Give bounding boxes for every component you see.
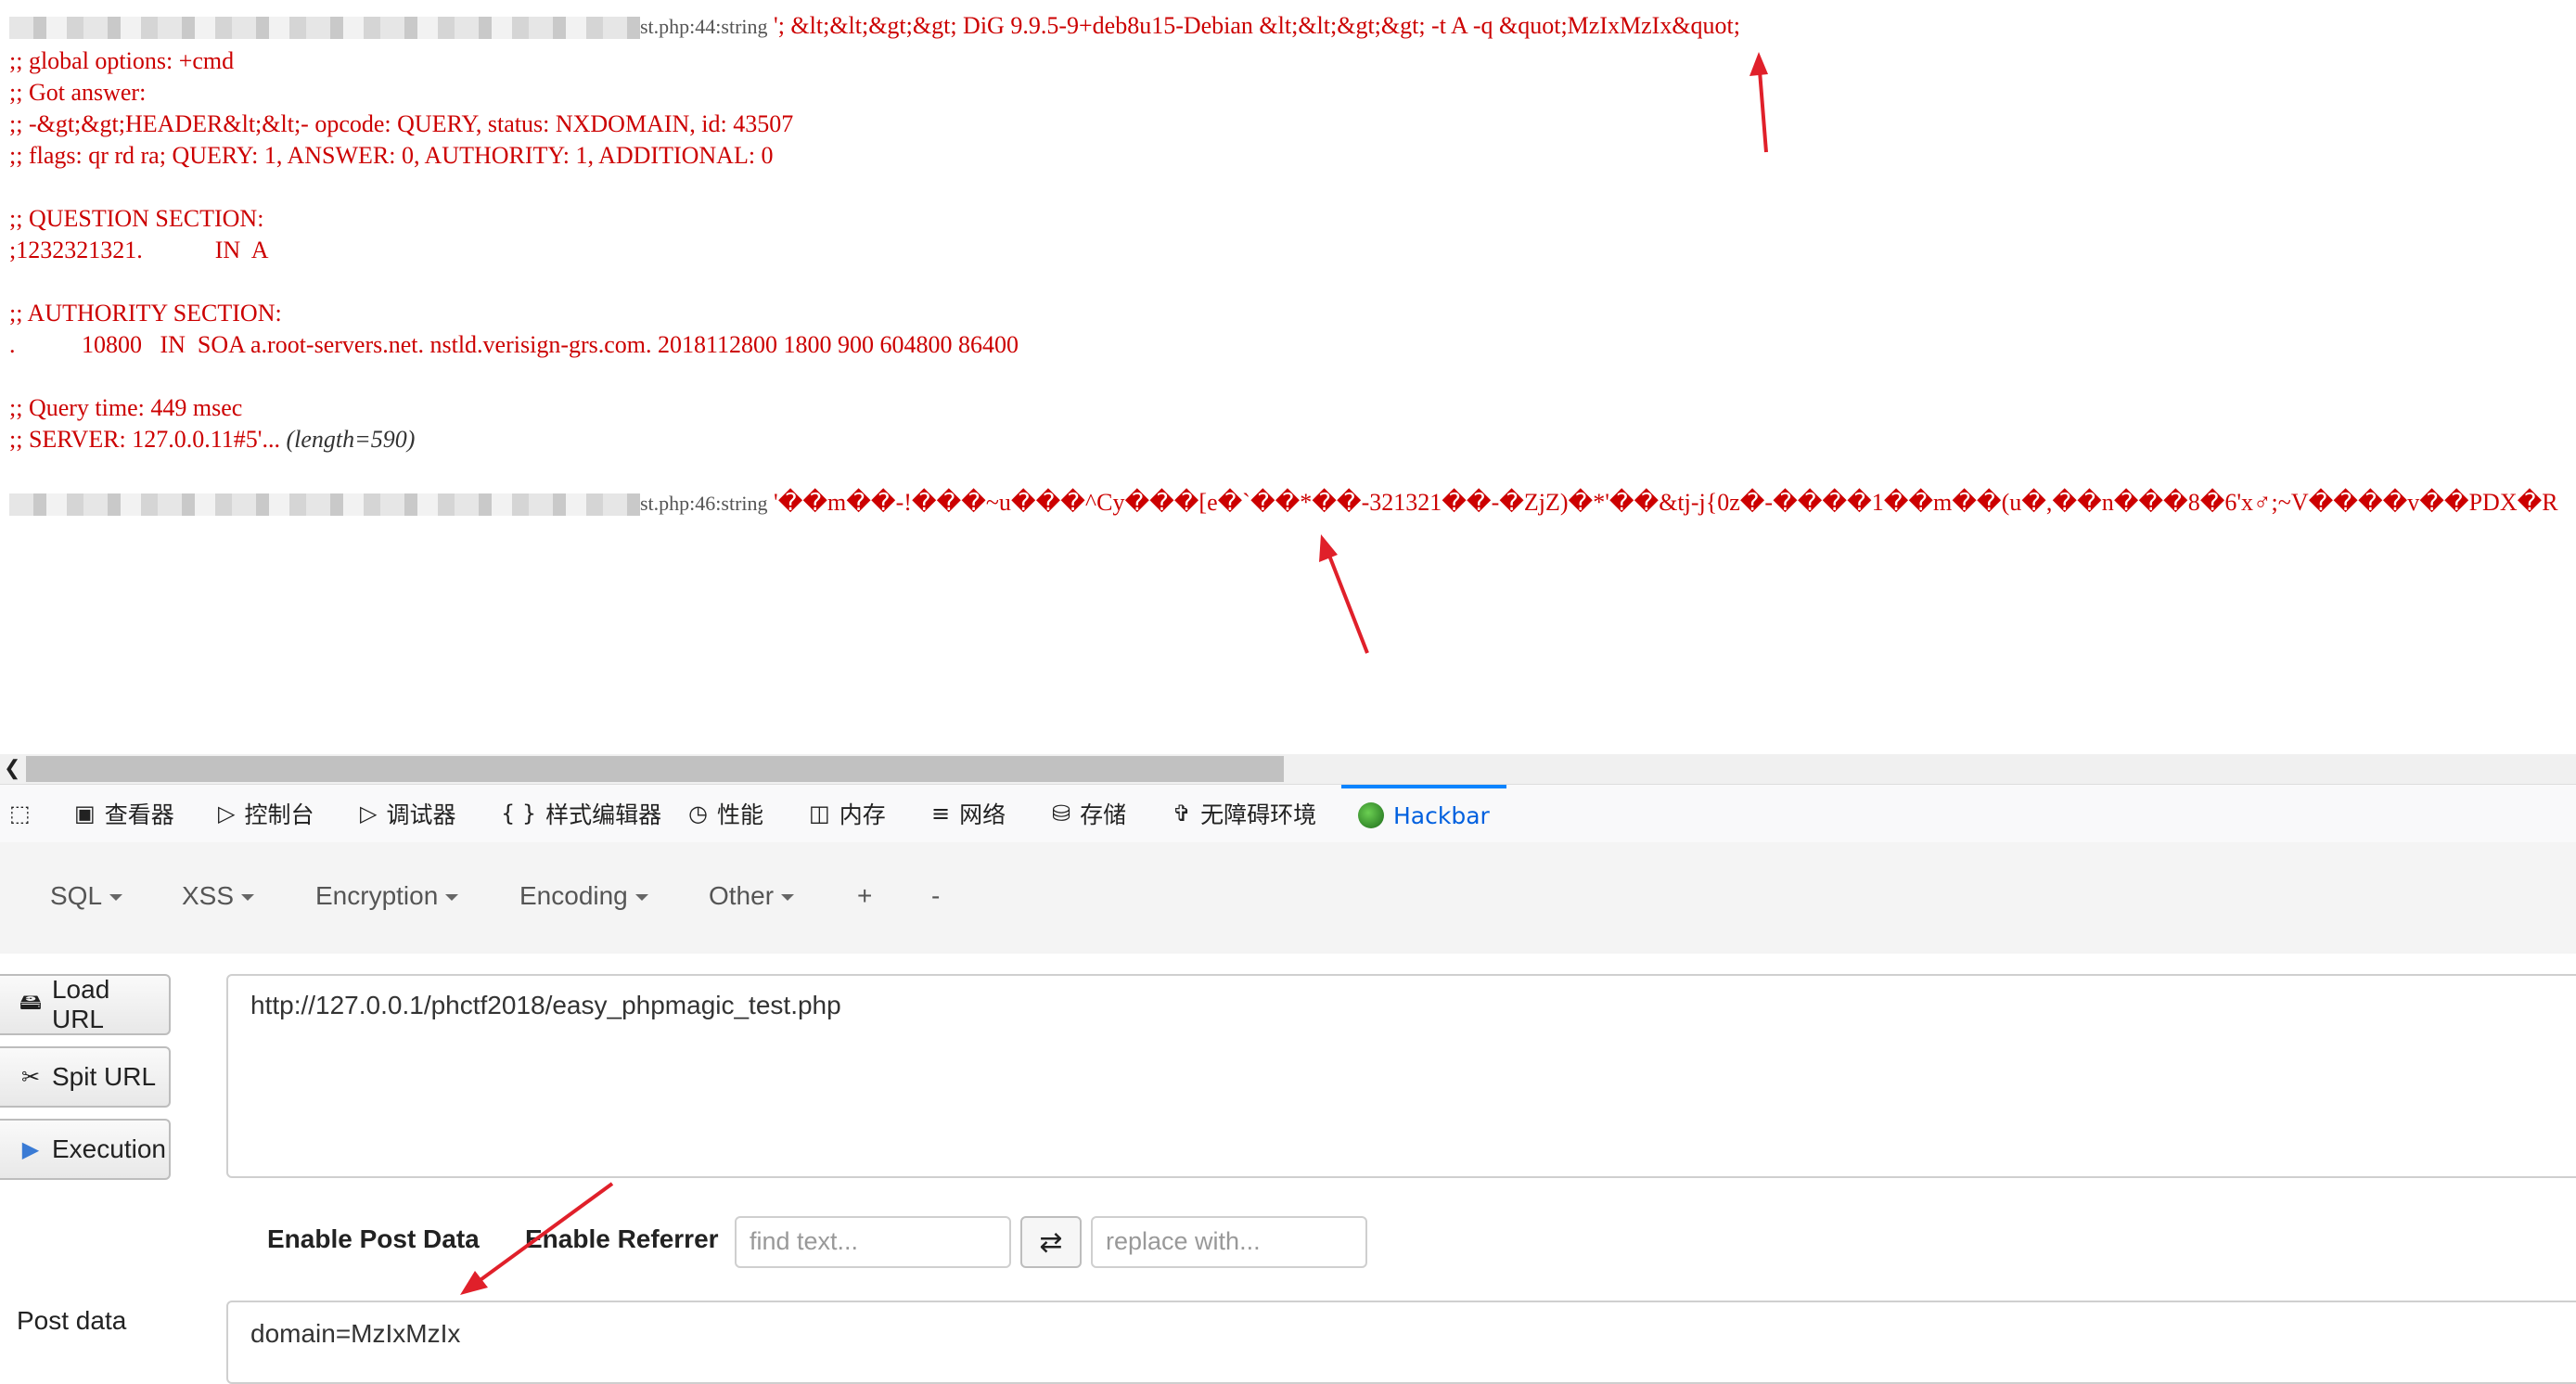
output-line-5: ;; flags: qr rd ra; QUERY: 1, ANSWER: 0,…	[9, 142, 774, 169]
chevron-down-icon	[634, 894, 648, 902]
find-text-input[interactable]: find text...	[735, 1216, 1011, 1268]
chevron-down-icon	[241, 894, 255, 902]
post-data-label: Post data	[17, 1306, 127, 1335]
output-line-6: ;; QUESTION SECTION:	[9, 205, 264, 232]
swap-button[interactable]: ⇄	[1020, 1216, 1082, 1268]
remove-tab-button[interactable]: -	[931, 881, 940, 911]
chevron-down-icon	[781, 894, 795, 902]
memory-icon: ◫	[809, 801, 830, 827]
output-line-9: . 10800 IN SOA a.root-servers.net. nstld…	[9, 331, 1019, 358]
annotation-arrow-output	[1319, 534, 1369, 654]
output-line-1: st.php:44:string '; &lt;&lt;&gt;&gt; DiG…	[9, 11, 1740, 42]
menu-other[interactable]: Other	[709, 881, 795, 911]
console-icon: ▷	[218, 801, 236, 827]
hackbar-icon	[1358, 802, 1384, 828]
split-url-button[interactable]: ✂ Spit URL	[0, 1046, 171, 1108]
scissors-icon: ✂	[20, 1064, 41, 1090]
tab-debugger[interactable]: ▷ 调试器	[360, 785, 455, 842]
redacted-path	[9, 17, 640, 40]
annotation-arrow-post	[460, 1182, 614, 1295]
tab-performance[interactable]: ◷ 性能	[688, 785, 763, 842]
element-picker-button[interactable]: ⬚	[9, 785, 31, 842]
post-data-textarea[interactable]: domain=MzIxMzIx	[226, 1301, 2576, 1384]
output-line-3: ;; Got answer:	[9, 79, 147, 106]
menu-encryption[interactable]: Encryption	[315, 881, 459, 911]
menu-encoding[interactable]: Encoding	[519, 881, 648, 911]
menu-xss[interactable]: XSS	[182, 881, 255, 911]
hackbar-menu: SQL XSS Encryption Encoding Other + -	[0, 842, 2576, 954]
output-line-7: ;1232321321. IN A	[9, 237, 269, 263]
picker-icon: ⬚	[9, 801, 31, 827]
add-tab-button[interactable]: +	[857, 881, 872, 911]
chevron-down-icon	[109, 894, 123, 902]
tab-network[interactable]: ≡ 网络	[931, 785, 1006, 842]
storage-icon: ⛁	[1052, 801, 1071, 827]
output-line-10: ;; Query time: 449 msec	[9, 394, 243, 421]
tab-storage[interactable]: ⛁ 存储	[1052, 785, 1126, 842]
debugger-icon: ▷	[360, 801, 378, 827]
execution-button[interactable]: ▶ Execution	[0, 1119, 171, 1180]
play-icon: ▶	[21, 1136, 40, 1162]
output-line-8: ;; AUTHORITY SECTION:	[9, 300, 282, 327]
annotation-arrow-up	[1749, 52, 1768, 153]
output-line-2: ;; global options: +cmd	[9, 47, 235, 74]
output-line-12: st.php:46:string '��m��-!���~u���^Cy���[…	[9, 488, 2558, 519]
tab-console[interactable]: ▷ 控制台	[218, 785, 314, 842]
swap-icon: ⇄	[1039, 1226, 1063, 1258]
tab-accessibility[interactable]: ✞ 无障碍环境	[1173, 785, 1316, 842]
network-icon: ≡	[931, 801, 951, 827]
chevron-down-icon	[445, 894, 459, 902]
scrollbar-thumb[interactable]	[26, 756, 1284, 782]
enable-post-data-toggle[interactable]: Enable Post Data	[267, 1224, 480, 1254]
tab-inspector[interactable]: ▣ 查看器	[74, 785, 174, 842]
drive-icon: 🖴	[19, 989, 43, 1015]
style-editor-icon: { }	[501, 801, 537, 827]
menu-sql[interactable]: SQL	[50, 881, 123, 911]
output-line-11: ;; SERVER: 127.0.0.11#5'... (length=590)	[9, 426, 416, 453]
redacted-path	[9, 493, 640, 517]
replace-text-input[interactable]: replace with...	[1091, 1216, 1367, 1268]
url-textarea[interactable]: http://127.0.0.1/phctf2018/easy_phpmagic…	[226, 974, 2576, 1178]
tab-style-editor[interactable]: { } 样式编辑器	[501, 785, 661, 842]
output-line-4: ;; -&gt;&gt;HEADER&lt;&lt;- opcode: QUER…	[9, 110, 794, 137]
accessibility-icon: ✞	[1173, 801, 1192, 827]
scroll-left-icon[interactable]: ❮	[4, 756, 20, 780]
horizontal-scrollbar[interactable]: ❮	[0, 754, 2576, 784]
performance-icon: ◷	[688, 801, 708, 827]
tab-hackbar[interactable]: Hackbar	[1341, 785, 1506, 842]
devtools-toolbar: ⬚ ▣ 查看器 ▷ 控制台 ▷ 调试器 { } 样式编辑器 ◷ 性能 ◫ 内存 ≡ 网络 ⛁ 存…	[0, 784, 2576, 843]
load-url-button[interactable]: 🖴 Load URL	[0, 974, 171, 1035]
inspector-icon: ▣	[74, 801, 96, 827]
tab-memory[interactable]: ◫ 内存	[809, 785, 886, 842]
output-panel: st.php:44:string '; &lt;&lt;&gt;&gt; DiG…	[0, 0, 2576, 751]
